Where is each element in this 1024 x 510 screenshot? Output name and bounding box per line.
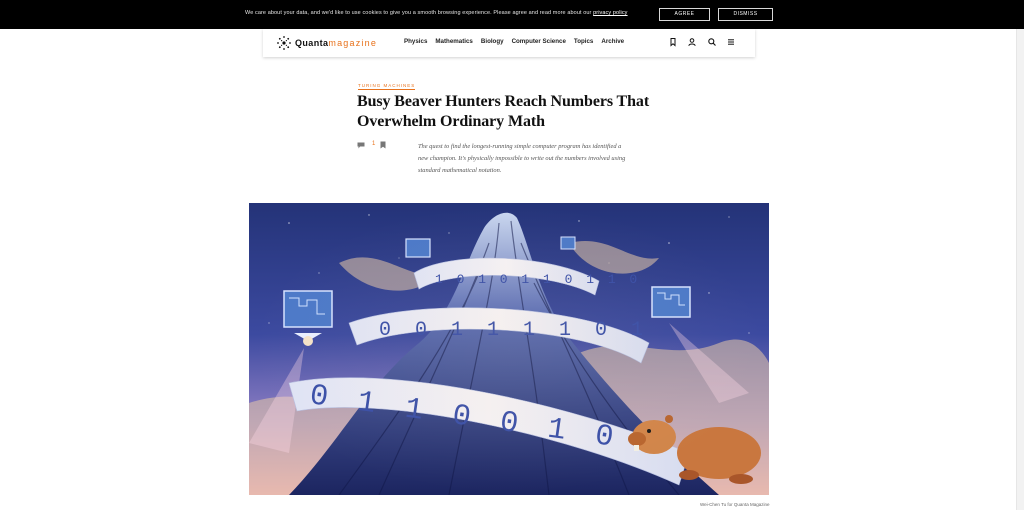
hero-illustration: 1 0 1 0 1 1 0 1 1 0 0 0 1 1 1 1 0 1 0 1 …: [249, 203, 769, 495]
logo-word-magazine: magazine: [328, 38, 378, 48]
cookie-consent-bar: We care about your data, and we'd like t…: [0, 0, 1024, 29]
cookie-message-text: We care about your data, and we'd like t…: [245, 10, 594, 16]
nav-link-physics[interactable]: Physics: [404, 38, 427, 45]
nav-link-archive[interactable]: Archive: [601, 38, 624, 45]
scrollbar[interactable]: [1016, 29, 1024, 510]
hero-art: 1 0 1 0 1 1 0 1 1 0 0 0 1 1 1 1 0 1 0 1 …: [249, 203, 769, 495]
comment-icon[interactable]: [357, 142, 365, 149]
user-icon[interactable]: [687, 37, 697, 47]
menu-icon[interactable]: [726, 37, 736, 47]
image-credit: Wei-Chen Tu for Quanta Magazine: [700, 502, 770, 507]
bookmark-icon[interactable]: [668, 37, 678, 47]
dismiss-button[interactable]: DISMISS: [718, 8, 773, 21]
nav-link-topics[interactable]: Topics: [574, 38, 593, 45]
article-dek: The quest to find the longest-running si…: [418, 143, 626, 174]
cookie-message: We care about your data, and we'd like t…: [245, 10, 628, 16]
agree-button[interactable]: AGREE: [659, 8, 710, 21]
logo-mark-icon: [277, 36, 291, 50]
logo-wordmark: Quantamagazine: [295, 38, 377, 48]
nav-link-mathematics[interactable]: Mathematics: [435, 38, 472, 45]
site-header: Quantamagazine Physics Mathematics Biolo…: [263, 29, 755, 57]
article-kicker[interactable]: TURING MACHINES: [358, 83, 416, 90]
primary-nav: Physics Mathematics Biology Computer Sci…: [404, 38, 632, 45]
privacy-policy-link[interactable]: privacy policy: [593, 10, 627, 16]
article-bookmark-icon[interactable]: [380, 141, 386, 149]
search-icon[interactable]: [707, 37, 717, 47]
article-title: Busy Beaver Hunters Reach Numbers That O…: [357, 93, 650, 130]
logo-word-quanta: Quanta: [295, 38, 329, 48]
nav-link-biology[interactable]: Biology: [481, 38, 504, 45]
comment-count[interactable]: 1: [372, 141, 375, 147]
nav-link-computer-science[interactable]: Computer Science: [512, 38, 566, 45]
site-logo[interactable]: Quantamagazine: [276, 35, 386, 51]
